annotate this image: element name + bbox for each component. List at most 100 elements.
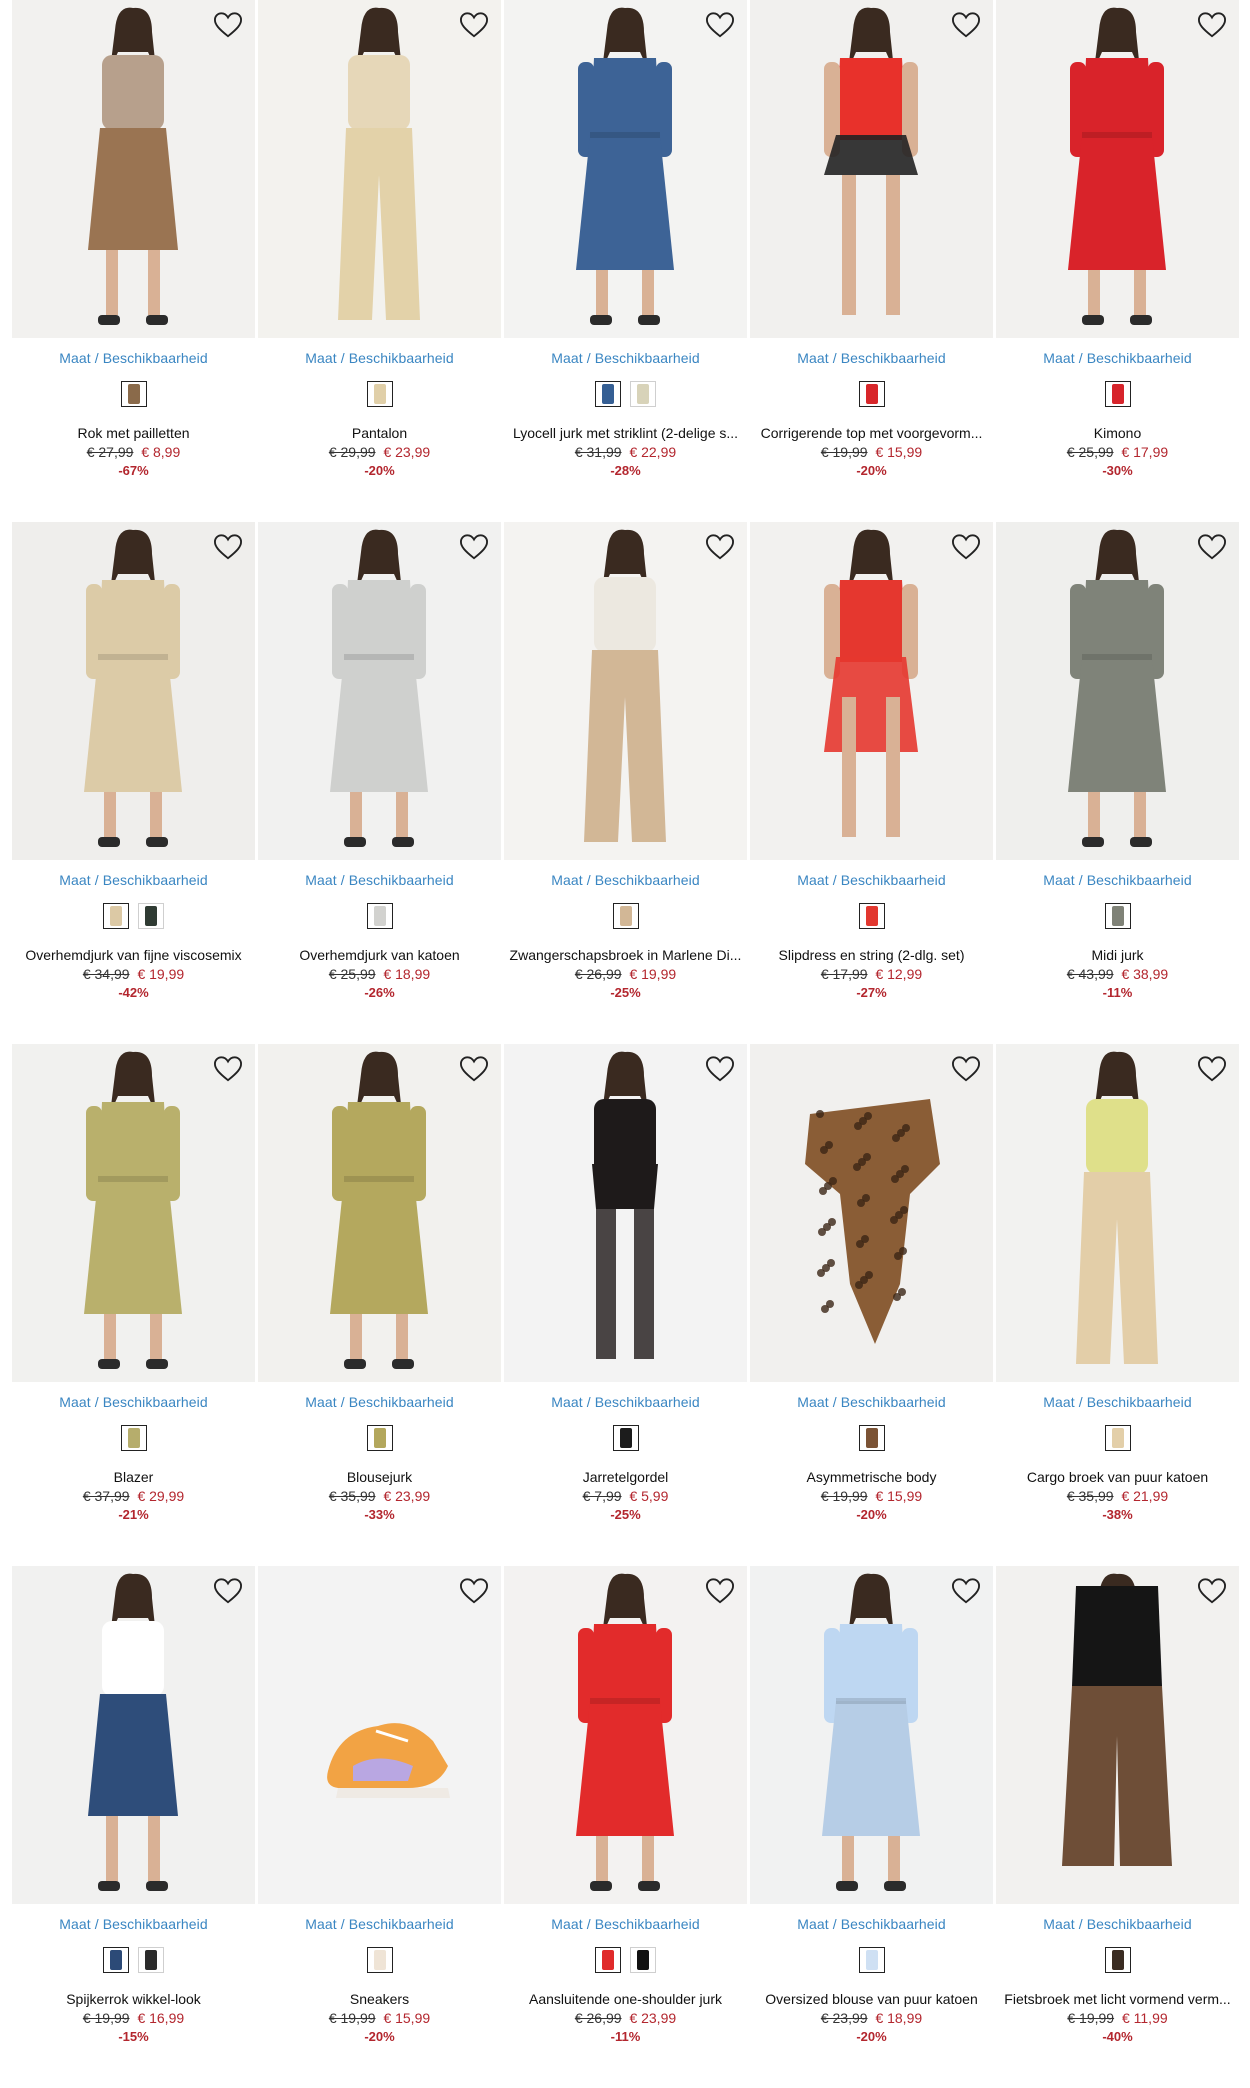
color-swatch[interactable] xyxy=(630,381,656,407)
product-card-19[interactable]: Maat / Beschikbaarheid Oversized blouse … xyxy=(750,1566,993,2088)
heart-icon[interactable] xyxy=(1197,10,1227,40)
product-card-8[interactable]: Maat / Beschikbaarheid Zwangerschapsbroe… xyxy=(504,522,747,1044)
product-card-5[interactable]: Maat / Beschikbaarheid Kimono € 25,99 € … xyxy=(996,0,1239,522)
color-swatch[interactable] xyxy=(612,1425,639,1451)
product-card-11[interactable]: Maat / Beschikbaarheid Blazer € 37,99 € … xyxy=(12,1044,255,1566)
product-image[interactable] xyxy=(750,1566,993,1904)
size-availability-link[interactable]: Maat / Beschikbaarheid xyxy=(504,350,747,366)
color-swatch[interactable] xyxy=(858,381,885,407)
size-availability-link[interactable]: Maat / Beschikbaarheid xyxy=(750,350,993,366)
product-image[interactable] xyxy=(258,1044,501,1382)
product-image[interactable] xyxy=(996,1566,1239,1904)
heart-icon[interactable] xyxy=(705,1576,735,1606)
product-name[interactable]: Zwangerschapsbroek in Marlene Di... xyxy=(504,947,747,963)
product-image[interactable] xyxy=(258,1566,501,1904)
product-image[interactable] xyxy=(996,1044,1239,1382)
color-swatch[interactable] xyxy=(612,903,639,929)
product-card-2[interactable]: Maat / Beschikbaarheid Pantalon € 29,99 … xyxy=(258,0,501,522)
heart-icon[interactable] xyxy=(951,10,981,40)
product-name[interactable]: Overhemdjurk van fijne viscosemix xyxy=(12,947,255,963)
product-name[interactable]: Kimono xyxy=(996,425,1239,441)
product-name[interactable]: Slipdress en string (2-dlg. set) xyxy=(750,947,993,963)
color-swatch[interactable] xyxy=(595,1947,621,1973)
color-swatch[interactable] xyxy=(366,381,393,407)
product-card-9[interactable]: Maat / Beschikbaarheid Slipdress en stri… xyxy=(750,522,993,1044)
heart-icon[interactable] xyxy=(951,1576,981,1606)
size-availability-link[interactable]: Maat / Beschikbaarheid xyxy=(504,872,747,888)
heart-icon[interactable] xyxy=(459,10,489,40)
color-swatch[interactable] xyxy=(858,903,885,929)
product-name[interactable]: Midi jurk xyxy=(996,947,1239,963)
product-name[interactable]: Spijkerrok wikkel-look xyxy=(12,1991,255,2007)
product-image[interactable] xyxy=(504,1566,747,1904)
product-name[interactable]: Corrigerende top met voorgevorm... xyxy=(750,425,993,441)
heart-icon[interactable] xyxy=(459,1576,489,1606)
product-card-16[interactable]: Maat / Beschikbaarheid Spijkerrok wikkel… xyxy=(12,1566,255,2088)
product-image[interactable] xyxy=(12,0,255,338)
size-availability-link[interactable]: Maat / Beschikbaarheid xyxy=(504,1394,747,1410)
product-image[interactable] xyxy=(750,522,993,860)
color-swatch[interactable] xyxy=(630,1947,656,1973)
size-availability-link[interactable]: Maat / Beschikbaarheid xyxy=(750,872,993,888)
product-image[interactable] xyxy=(258,522,501,860)
product-card-15[interactable]: Maat / Beschikbaarheid Cargo broek van p… xyxy=(996,1044,1239,1566)
color-swatch[interactable] xyxy=(1104,903,1131,929)
color-swatch[interactable] xyxy=(1104,1425,1131,1451)
product-name[interactable]: Sneakers xyxy=(258,1991,501,2007)
product-image[interactable] xyxy=(750,1044,993,1382)
size-availability-link[interactable]: Maat / Beschikbaarheid xyxy=(258,1916,501,1932)
heart-icon[interactable] xyxy=(213,10,243,40)
product-name[interactable]: Fietsbroek met licht vormend verm... xyxy=(996,1991,1239,2007)
color-swatch[interactable] xyxy=(1104,381,1131,407)
product-card-20[interactable]: Maat / Beschikbaarheid Fietsbroek met li… xyxy=(996,1566,1239,2088)
product-card-13[interactable]: Maat / Beschikbaarheid Jarretelgordel € … xyxy=(504,1044,747,1566)
heart-icon[interactable] xyxy=(1197,1576,1227,1606)
product-name[interactable]: Asymmetrische body xyxy=(750,1469,993,1485)
product-image[interactable] xyxy=(12,1566,255,1904)
product-image[interactable] xyxy=(750,0,993,338)
product-card-17[interactable]: Maat / Beschikbaarheid Sneakers € 19,99 … xyxy=(258,1566,501,2088)
product-image[interactable] xyxy=(504,0,747,338)
heart-icon[interactable] xyxy=(1197,532,1227,562)
size-availability-link[interactable]: Maat / Beschikbaarheid xyxy=(750,1916,993,1932)
color-swatch[interactable] xyxy=(366,903,393,929)
heart-icon[interactable] xyxy=(1197,1054,1227,1084)
product-name[interactable]: Blousejurk xyxy=(258,1469,501,1485)
product-name[interactable]: Pantalon xyxy=(258,425,501,441)
product-card-6[interactable]: Maat / Beschikbaarheid Overhemdjurk van … xyxy=(12,522,255,1044)
size-availability-link[interactable]: Maat / Beschikbaarheid xyxy=(750,1394,993,1410)
product-card-18[interactable]: Maat / Beschikbaarheid Aansluitende one-… xyxy=(504,1566,747,2088)
heart-icon[interactable] xyxy=(459,1054,489,1084)
size-availability-link[interactable]: Maat / Beschikbaarheid xyxy=(996,1916,1239,1932)
color-swatch[interactable] xyxy=(366,1425,393,1451)
product-image[interactable] xyxy=(12,522,255,860)
size-availability-link[interactable]: Maat / Beschikbaarheid xyxy=(12,872,255,888)
product-name[interactable]: Cargo broek van puur katoen xyxy=(996,1469,1239,1485)
heart-icon[interactable] xyxy=(213,1054,243,1084)
color-swatch[interactable] xyxy=(138,903,164,929)
color-swatch[interactable] xyxy=(120,1425,147,1451)
heart-icon[interactable] xyxy=(213,532,243,562)
product-name[interactable]: Blazer xyxy=(12,1469,255,1485)
product-name[interactable]: Lyocell jurk met striklint (2-delige s..… xyxy=(504,425,747,441)
size-availability-link[interactable]: Maat / Beschikbaarheid xyxy=(996,1394,1239,1410)
product-card-7[interactable]: Maat / Beschikbaarheid Overhemdjurk van … xyxy=(258,522,501,1044)
product-name[interactable]: Oversized blouse van puur katoen xyxy=(750,1991,993,2007)
size-availability-link[interactable]: Maat / Beschikbaarheid xyxy=(12,1916,255,1932)
color-swatch[interactable] xyxy=(858,1947,885,1973)
color-swatch[interactable] xyxy=(120,381,147,407)
color-swatch[interactable] xyxy=(366,1947,393,1973)
product-image[interactable] xyxy=(504,1044,747,1382)
size-availability-link[interactable]: Maat / Beschikbaarheid xyxy=(504,1916,747,1932)
product-card-14[interactable]: Maat / Beschikbaarheid Asymmetrische bod… xyxy=(750,1044,993,1566)
size-availability-link[interactable]: Maat / Beschikbaarheid xyxy=(258,350,501,366)
size-availability-link[interactable]: Maat / Beschikbaarheid xyxy=(12,1394,255,1410)
product-image[interactable] xyxy=(258,0,501,338)
color-swatch[interactable] xyxy=(103,1947,129,1973)
size-availability-link[interactable]: Maat / Beschikbaarheid xyxy=(258,872,501,888)
size-availability-link[interactable]: Maat / Beschikbaarheid xyxy=(12,350,255,366)
product-image[interactable] xyxy=(996,522,1239,860)
product-card-10[interactable]: Maat / Beschikbaarheid Midi jurk € 43,99… xyxy=(996,522,1239,1044)
heart-icon[interactable] xyxy=(705,1054,735,1084)
product-image[interactable] xyxy=(12,1044,255,1382)
